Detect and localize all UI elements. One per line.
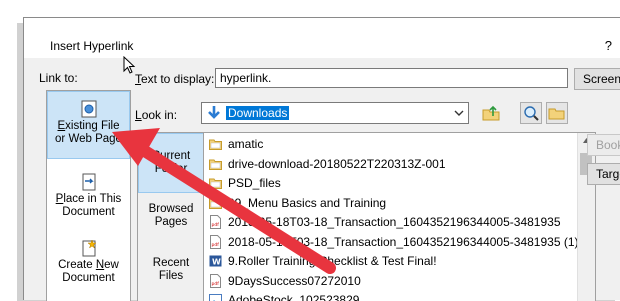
pdf-file-icon: pdf bbox=[209, 235, 222, 249]
look-in-value: Downloads bbox=[226, 106, 289, 120]
bookmark-button[interactable]: Bookmark... bbox=[587, 134, 620, 156]
nav-create-new-document[interactable]: Create New Document bbox=[47, 239, 130, 295]
nav-place-label2: Document bbox=[47, 206, 130, 219]
link-to-panel: Existing File or Web Page Place in This … bbox=[46, 90, 131, 301]
nav-existing-file-label: xisting File bbox=[65, 120, 119, 132]
downloads-arrow-icon bbox=[206, 105, 222, 121]
browse-web-icon bbox=[521, 103, 541, 123]
svg-text:W: W bbox=[212, 258, 221, 267]
place-browsed-pages[interactable]: Browsed Pages bbox=[138, 203, 204, 243]
browse-file-button[interactable] bbox=[546, 102, 568, 124]
screentip-button[interactable]: ScreenTip... bbox=[574, 68, 620, 90]
file-list-item[interactable]: PSD_files bbox=[209, 175, 281, 192]
file-name: AdobeStock_102523829 bbox=[228, 293, 359, 301]
new-document-icon bbox=[80, 239, 98, 257]
folder-icon bbox=[209, 176, 222, 190]
file-name: 9DaysSuccess07272010 bbox=[228, 274, 361, 288]
nav-place-in-document[interactable]: Place in This Document bbox=[47, 173, 130, 229]
file-list[interactable]: amatic drive-download-20180522T220313Z-00… bbox=[203, 132, 596, 301]
text-to-display-input[interactable]: hyperlink. bbox=[215, 68, 568, 88]
look-in-label: Look in: bbox=[135, 108, 177, 122]
chevron-down-icon bbox=[453, 107, 465, 119]
nav-create-prefix: Create bbox=[58, 259, 96, 271]
file-name: amatic bbox=[228, 137, 263, 151]
file-list-item[interactable]: pdf 2018-05-18T03-18_Transaction_16043521… bbox=[209, 234, 579, 251]
svg-text:pdf: pdf bbox=[212, 222, 220, 228]
file-list-item[interactable]: 09_Menu Basics and Training bbox=[209, 195, 386, 212]
pdf-file-icon: pdf bbox=[209, 274, 222, 288]
nav-create-key: N bbox=[96, 259, 104, 271]
file-list-item[interactable]: pdf 2018-05-18T03-18_Transaction_16043521… bbox=[209, 214, 561, 231]
file-list-item[interactable]: drive-download-20180522T220313Z-001 bbox=[209, 156, 446, 173]
browse-web-button[interactable] bbox=[520, 102, 542, 124]
help-button[interactable]: ? bbox=[605, 38, 612, 53]
place-browsed-line1: Browsed bbox=[138, 203, 204, 216]
folder-icon bbox=[209, 157, 222, 171]
nav-place-label: lace in This bbox=[63, 193, 121, 205]
open-folder-icon bbox=[547, 103, 567, 123]
file-list-item[interactable]: AdobeStock_102523829 bbox=[209, 292, 359, 301]
place-browsed-line2: Pages bbox=[138, 216, 204, 229]
image-file-icon bbox=[209, 293, 222, 301]
nav-existing-file-label2: or Web Page bbox=[48, 133, 129, 146]
dialog-title: Insert Hyperlink bbox=[50, 39, 133, 53]
insert-hyperlink-dialog: Insert Hyperlink ? Link to: Existing Fil… bbox=[23, 17, 620, 300]
place-recent-line2: Files bbox=[138, 270, 204, 283]
word-document-icon: W bbox=[209, 254, 222, 268]
folder-icon bbox=[209, 137, 222, 151]
file-name: 2018-05-18T03-18_Transaction_16043521963… bbox=[228, 235, 579, 249]
up-folder-icon bbox=[480, 102, 502, 124]
svg-text:pdf: pdf bbox=[212, 242, 220, 248]
place-recent-line1: Recent bbox=[138, 257, 204, 270]
file-name: 9.Roller Training Checklist & Test Final… bbox=[228, 254, 437, 268]
file-list-item[interactable]: pdf 9DaysSuccess07272010 bbox=[209, 273, 361, 290]
nav-existing-file[interactable]: Existing File or Web Page bbox=[47, 91, 130, 159]
svg-text:pdf: pdf bbox=[212, 281, 220, 287]
link-to-label: Link to: bbox=[39, 71, 78, 85]
file-name: drive-download-20180522T220313Z-001 bbox=[228, 157, 446, 171]
file-name: 2018-05-18T03-18_Transaction_16043521963… bbox=[228, 215, 561, 229]
pdf-file-icon: pdf bbox=[209, 215, 222, 229]
places-panel: Current Folder Browsed Pages Recent File… bbox=[137, 132, 205, 301]
folder-icon bbox=[209, 196, 222, 210]
look-in-dropdown[interactable]: Downloads bbox=[201, 102, 469, 124]
up-folder-button[interactable] bbox=[480, 102, 502, 124]
place-current-folder[interactable]: Current Folder bbox=[138, 133, 204, 193]
place-current-line1: Current bbox=[139, 150, 203, 163]
nav-create-label2: Document bbox=[47, 272, 130, 285]
place-current-line2: Folder bbox=[139, 163, 203, 176]
target-frame-button[interactable]: Target Frame... bbox=[587, 163, 620, 185]
document-place-icon bbox=[80, 173, 98, 191]
globe-file-icon bbox=[79, 100, 99, 118]
file-list-item[interactable]: amatic bbox=[209, 136, 263, 153]
nav-create-label: ew bbox=[104, 259, 119, 271]
file-name: 09_Menu Basics and Training bbox=[228, 196, 386, 210]
title-bar: Insert Hyperlink ? bbox=[24, 18, 620, 58]
text-to-display-label: Text to display: bbox=[135, 72, 214, 86]
place-recent-files[interactable]: Recent Files bbox=[138, 257, 204, 297]
file-name: PSD_files bbox=[228, 176, 281, 190]
mouse-cursor-icon bbox=[123, 56, 137, 76]
vertical-scrollbar[interactable] bbox=[577, 133, 595, 301]
file-list-item[interactable]: W 9.Roller Training Checklist & Test Fina… bbox=[209, 253, 437, 270]
